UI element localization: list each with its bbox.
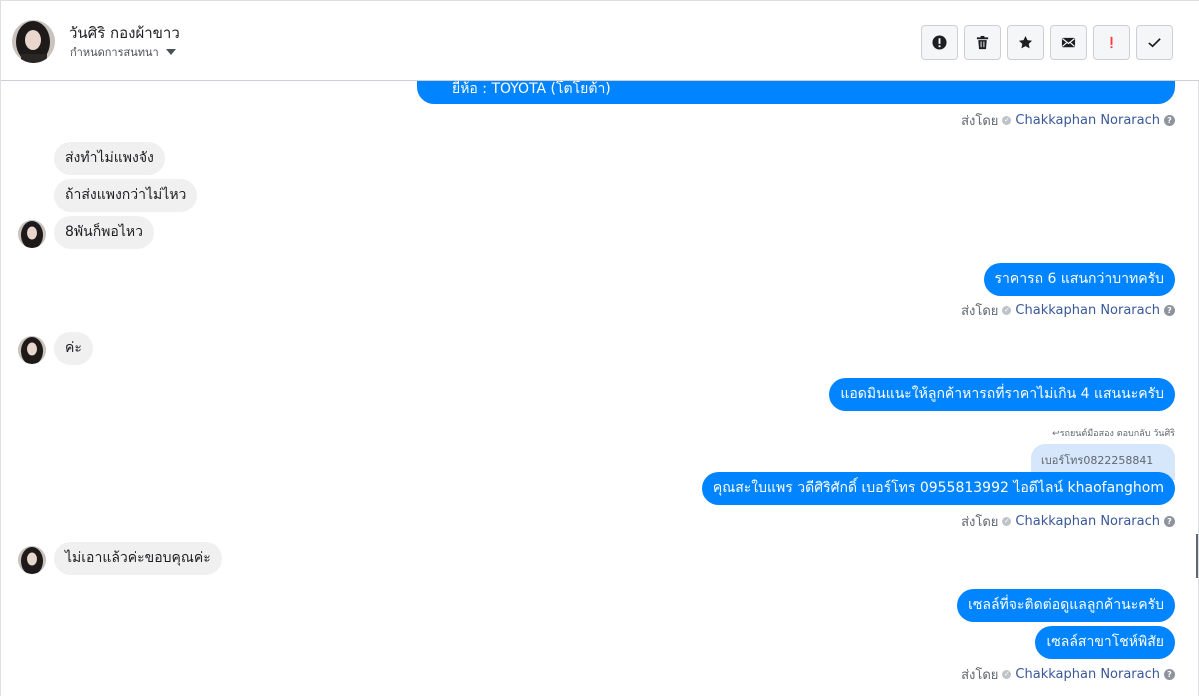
sender-avatar[interactable] [18, 336, 46, 364]
sent-by-line: ส่งโดย ✓ Chakkaphan Norarach ? [961, 664, 1175, 685]
sent-by-line: ส่งโดย ✓ Chakkaphan Norarach ? [961, 511, 1175, 532]
verified-check-icon: ✓ [1002, 670, 1012, 679]
message-bubble-incoming[interactable]: ไม่เอาแล้วค่ะขอบคุณค่ะ [54, 542, 222, 575]
sent-by-prefix: ส่งโดย [961, 668, 999, 683]
conversation-toolbar [921, 25, 1173, 60]
agent-name-link[interactable]: Chakkaphan Norarach [1015, 514, 1160, 529]
verified-check-icon: ✓ [1002, 306, 1012, 315]
schedule-label: กำหนดการสนทนา [70, 46, 159, 59]
exclamation-circle-icon [932, 35, 947, 50]
delete-button[interactable] [964, 25, 1001, 60]
message-bubble-incoming[interactable]: ส่งทำไม่แพงจัง [54, 142, 165, 175]
sent-by-line: ส่งโดย ✓ Chakkaphan Norarach ? [961, 300, 1175, 321]
contact-avatar[interactable] [12, 20, 55, 63]
checkmark-icon [1148, 38, 1161, 48]
verified-check-icon: ✓ [1002, 116, 1012, 125]
message-bubble-outgoing[interactable]: คุณสะใบแพร วดีศิริศักดิ์ เบอร์โทร 095581… [701, 472, 1175, 505]
scrollbar-thumb[interactable] [1196, 534, 1198, 578]
agent-name-link[interactable]: Chakkaphan Norarach [1015, 113, 1160, 128]
mark-unread-button[interactable] [1050, 25, 1087, 60]
trash-icon [976, 35, 989, 50]
contact-name[interactable]: วันศิริ กองผ้าขาว [69, 21, 180, 45]
verified-check-icon: ✓ [1002, 517, 1012, 526]
conversation-schedule-dropdown[interactable]: กำหนดการสนทนา [70, 43, 176, 61]
caret-down-icon [165, 49, 176, 55]
exclamation-red-icon [1110, 36, 1113, 49]
sender-avatar[interactable] [18, 546, 46, 574]
help-icon[interactable]: ? [1164, 516, 1175, 527]
message-bubble-incoming[interactable]: 8พันก็พอไหว [54, 216, 154, 249]
message-bubble-outgoing[interactable]: เซลล์สาขาโชห์พิสัย [1035, 626, 1175, 659]
message-thread[interactable]: ยี่ห้อ : TOYOTA (โตโยต้า) ส่งโดย ✓ Chakk… [1, 81, 1199, 696]
message-bubble-outgoing[interactable]: ยี่ห้อ : TOYOTA (โตโยต้า) [417, 81, 1175, 104]
message-bubble-outgoing[interactable]: เซลล์ที่จะติดต่อดูแลลูกค้านะครับ [957, 589, 1175, 622]
agent-name-link[interactable]: Chakkaphan Norarach [1015, 303, 1160, 318]
done-button[interactable] [1136, 25, 1173, 60]
message-bubble-incoming[interactable]: ค่ะ [54, 332, 93, 365]
agent-name-link[interactable]: Chakkaphan Norarach [1015, 667, 1160, 682]
sender-avatar[interactable] [18, 220, 46, 248]
envelope-icon [1061, 37, 1076, 48]
priority-button[interactable] [1093, 25, 1130, 60]
star-button[interactable] [1007, 25, 1044, 60]
help-icon[interactable]: ? [1164, 115, 1175, 126]
conversation-header: วันศิริ กองผ้าขาว กำหนดการสนทนา [1, 0, 1199, 81]
help-icon[interactable]: ? [1164, 669, 1175, 680]
message-bubble-incoming[interactable]: ถ้าส่งแพงกว่าไม่ไหว [54, 179, 198, 212]
star-icon [1018, 35, 1033, 49]
sent-by-line: ส่งโดย ✓ Chakkaphan Norarach ? [961, 110, 1175, 131]
sent-by-prefix: ส่งโดย [961, 515, 999, 530]
help-icon[interactable]: ? [1164, 305, 1175, 316]
spam-button[interactable] [921, 25, 958, 60]
reply-context-label: ↩รถยนต์มือสอง ตอบกลับ วันศิริ [1052, 429, 1175, 439]
sent-by-prefix: ส่งโดย [961, 114, 999, 129]
message-bubble-outgoing[interactable]: แอดมินแนะให้ลูกค้าหารถที่ราคาไม่เกิน 4 แ… [829, 378, 1175, 411]
conversation-window: วันศิริ กองผ้าขาว กำหนดการสนทนา ยี่ห้อ:… [0, 0, 1199, 696]
sent-by-prefix: ส่งโดย [961, 304, 999, 319]
message-bubble-outgoing[interactable]: ราคารถ 6 แสนกว่าบาทครับ [983, 263, 1175, 296]
